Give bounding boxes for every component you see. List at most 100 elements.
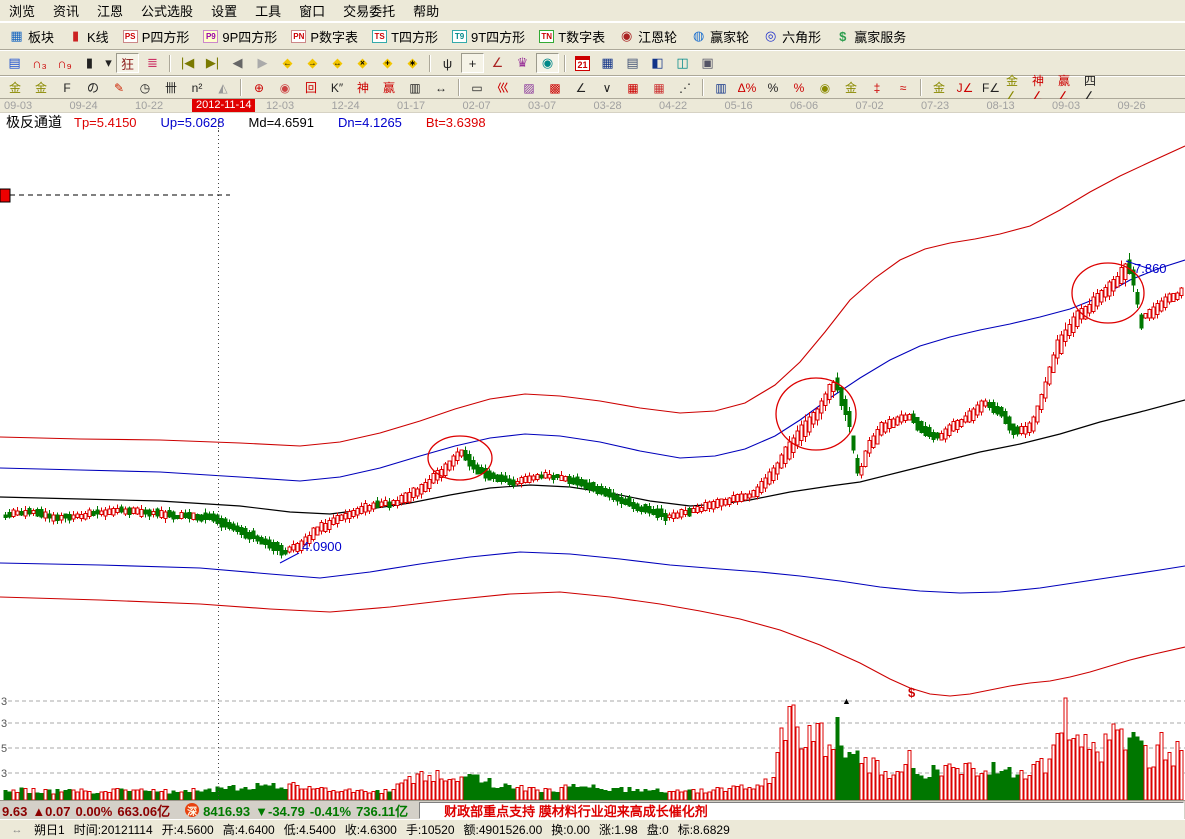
fibo-ruler-button[interactable]: F — [55, 79, 79, 97]
notes-button[interactable]: ▤ — [621, 53, 644, 73]
menu-item-9[interactable]: 帮助 — [404, 0, 448, 22]
trend-angle-button[interactable]: ∠ — [569, 79, 593, 97]
menu-item-1[interactable]: 浏览 — [0, 0, 44, 22]
menu-item-5[interactable]: 设置 — [202, 0, 246, 22]
p9-square-button[interactable]: P99P四方形 — [200, 25, 280, 48]
gold-ruler-2-button[interactable]: 金 — [29, 79, 53, 97]
wave-p3-button[interactable]: ∩₃ — [28, 53, 51, 73]
gold-angle-button[interactable]: 金∠ — [1005, 79, 1029, 97]
prev-bar-button[interactable]: ◀ — [226, 53, 249, 73]
grid-box-button[interactable]: ▦ — [647, 79, 671, 97]
spiral-button[interactable]: の — [81, 79, 105, 97]
shen-angle-button[interactable]: 神∠ — [1031, 79, 1055, 97]
square-spiral-button[interactable]: 回 — [299, 79, 323, 97]
win-tool-button[interactable]: 赢 — [377, 79, 401, 97]
t9-square-button[interactable]: T99T四方形 — [449, 25, 528, 48]
first-bar-button[interactable]: |◀ — [176, 53, 199, 73]
four-angle-button[interactable]: 四∠ — [1083, 79, 1107, 97]
gann-cross-button[interactable]: ◆× — [351, 53, 374, 73]
gann-both-button[interactable]: ◆↔ — [326, 53, 349, 73]
color-bars-button[interactable]: ≣ — [141, 53, 164, 73]
menu-item-6[interactable]: 工具 — [246, 0, 290, 22]
ray-fan-button[interactable]: 巛 — [491, 79, 515, 97]
gann-star-button[interactable]: ◆∗ — [401, 53, 424, 73]
width-arrows-button[interactable]: ↔ — [429, 79, 453, 97]
j-angle-button[interactable]: J∠ — [953, 79, 977, 97]
p-number-button[interactable]: PNP数字表 — [288, 25, 361, 48]
menu-item-7[interactable]: 窗口 — [290, 0, 334, 22]
gold-line-button[interactable]: 金 — [839, 79, 863, 97]
gold-slash-button[interactable]: 金 — [927, 79, 951, 97]
percent-button[interactable]: % — [761, 79, 785, 97]
starburst-button[interactable]: ◉ — [273, 79, 297, 97]
info-panel-button[interactable]: ▤ — [3, 53, 26, 73]
box-draw-button[interactable]: ▨ — [517, 79, 541, 97]
grid-red-button[interactable]: ▦ — [621, 79, 645, 97]
rect-select-button[interactable]: ▭ — [465, 79, 489, 97]
count-ruler-button[interactable]: ▥ — [403, 79, 427, 97]
t-number-icon: TN — [539, 30, 554, 43]
stats-panel-button[interactable]: ▥ — [709, 79, 733, 97]
calculator-button[interactable]: ▦ — [596, 53, 619, 73]
gold-ruler-1-button[interactable]: 金 — [3, 79, 27, 97]
menu-item-8[interactable]: 交易委托 — [334, 0, 404, 22]
menu-item-2[interactable]: 资讯 — [44, 0, 88, 22]
gann-box-tool-button[interactable]: ♛ — [511, 53, 534, 73]
winner-service-button[interactable]: $赢家服务 — [832, 25, 909, 48]
next-bar-button[interactable]: ▶ — [251, 53, 274, 73]
printer-button[interactable]: ▣ — [696, 53, 719, 73]
time-cycle-button[interactable]: ◷ — [133, 79, 157, 97]
shenzhen-index-segment[interactable]: 8416.93▼-34.79-0.41%736.11亿 — [203, 801, 413, 820]
p-square-button[interactable]: PSP四方形 — [120, 25, 193, 48]
wave-box-button[interactable]: ≈ — [891, 79, 915, 97]
gann-wheel-button[interactable]: ◉江恩轮 — [616, 25, 680, 48]
zigzag-button[interactable]: ∨ — [595, 79, 619, 97]
winner-wheel-icon: ◍ — [691, 29, 706, 44]
percent-line-button[interactable]: % — [787, 79, 811, 97]
angle-tool-button[interactable]: ∠ — [486, 53, 509, 73]
compass-button[interactable]: ◭ — [211, 79, 235, 97]
gann-fan-circle-button[interactable]: ⊕ — [247, 79, 271, 97]
gann-right-button[interactable]: ◆→ — [301, 53, 324, 73]
draw-pen-button[interactable]: ✎ — [107, 79, 131, 97]
hand-tool-button[interactable]: ψ — [436, 53, 459, 73]
news-ticker[interactable]: 财政部重点支持 膜材料行业迎来高成长催化剂 — [419, 802, 1184, 819]
k-angle-button[interactable]: K″ — [325, 79, 349, 97]
smart-brain-button[interactable]: ◉ — [536, 53, 559, 73]
blocks-button[interactable]: ▦板块 — [6, 25, 57, 48]
shanghai-index-segment[interactable]: 9.63▲0.070.00%663.06亿 — [2, 801, 175, 820]
network-button[interactable]: ◫ — [671, 53, 694, 73]
parallel-lines-button[interactable]: ⋰ — [673, 79, 697, 97]
percent-zone-button[interactable]: Δ% — [735, 79, 759, 97]
menu-item-4[interactable]: 公式选股 — [132, 0, 202, 22]
box-fan-button[interactable]: ▩ — [543, 79, 567, 97]
wave-p9-button[interactable]: ∩₉ — [53, 53, 76, 73]
crosshair-tool-button[interactable]: + — [461, 53, 484, 73]
n-square-button[interactable]: n² — [185, 79, 209, 97]
t-number-button[interactable]: TNT数字表 — [536, 25, 608, 48]
t-square-button[interactable]: TST四方形 — [369, 25, 441, 48]
winner-wheel-button[interactable]: ◍赢家轮 — [688, 25, 752, 48]
hexagon-button[interactable]: ◎六角形 — [760, 25, 824, 48]
candle-style-dropdown-button[interactable]: ▾ — [103, 53, 114, 73]
comb-ruler-button[interactable]: 卌 — [159, 79, 183, 97]
percent-icon: % — [768, 81, 779, 95]
kline-button[interactable]: ▮K线 — [65, 25, 112, 48]
gann-left-button[interactable]: ◆← — [276, 53, 299, 73]
last-bar-button[interactable]: ▶| — [201, 53, 224, 73]
candle-style-button[interactable]: ▮ — [78, 53, 101, 73]
sh-change: ▲0.07 — [32, 804, 70, 819]
shen-tool-button[interactable]: 神 — [351, 79, 375, 97]
chart-canvas[interactable]: 33534.09007.860$▲ — [0, 131, 1185, 800]
save-button[interactable]: ◧ — [646, 53, 669, 73]
menu-item-3[interactable]: 江恩 — [88, 0, 132, 22]
gann-plus-button[interactable]: ◆+ — [376, 53, 399, 73]
f-angle-button[interactable]: F∠ — [979, 79, 1003, 97]
left-edge-marker[interactable] — [0, 189, 10, 202]
gold-circle-button[interactable]: ◉ — [813, 79, 837, 97]
flag-pen-button[interactable]: ‡ — [865, 79, 889, 97]
win-angle-button[interactable]: 赢∠ — [1057, 79, 1081, 97]
chart-area[interactable]: 33534.09007.860$▲ — [0, 131, 1185, 800]
jifan-channel-button[interactable]: 狂 — [116, 53, 139, 73]
calendar-button[interactable]: 21 — [571, 53, 594, 73]
